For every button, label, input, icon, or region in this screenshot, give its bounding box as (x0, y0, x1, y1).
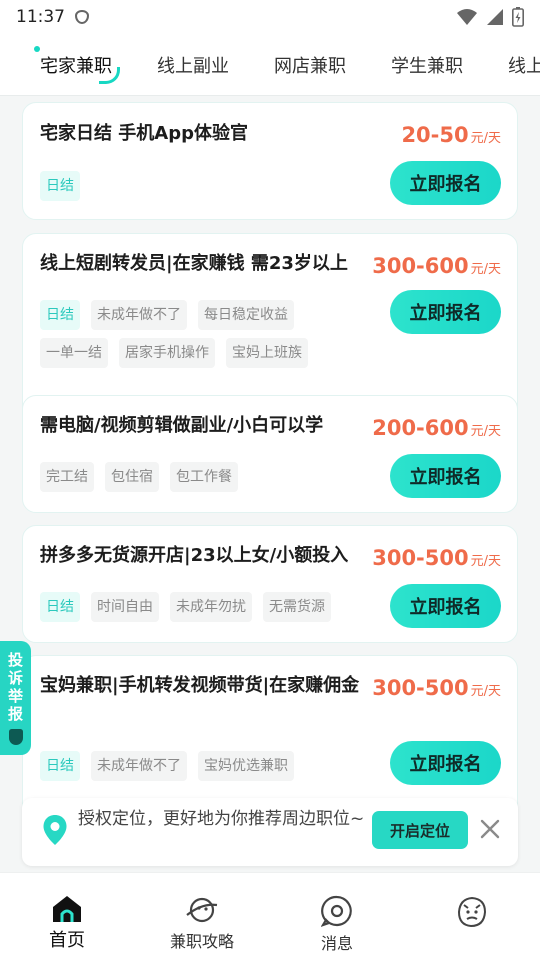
tab-online-truncated[interactable]: 线上 (508, 52, 540, 78)
salary-value: 200-600 (372, 416, 469, 440)
report-char: 举 (7, 687, 23, 705)
category-tabs: 宅家兼职 线上副业 网店兼职 学生兼职 线上 (0, 34, 540, 96)
tag: 宝妈上班族 (226, 338, 308, 368)
job-salary: 20-50 元/天 (401, 123, 501, 147)
nav-label: 首页 (49, 930, 85, 951)
tag: 未成年勿扰 (170, 592, 252, 622)
tag: 一单一结 (40, 338, 108, 368)
signal-icon (487, 9, 503, 25)
apply-button[interactable]: 立即报名 (390, 741, 501, 785)
nav-item-messages[interactable]: 消息 (277, 873, 397, 960)
tag: 宝妈优选兼职 (198, 751, 294, 781)
salary-unit: 元/天 (470, 424, 501, 439)
tag-list: 日结 未成年做不了 每日稳定收益 一单一结 居家手机操作 宝妈上班族 (40, 300, 370, 376)
tag: 无需货源 (263, 592, 331, 622)
nav-item-job-guide[interactable]: 兼职攻略 (142, 873, 262, 960)
salary-unit: 元/天 (470, 554, 501, 569)
tag: 包住宿 (105, 462, 159, 492)
job-title: 需电脑/视频剪辑做副业/小白可以学 (40, 415, 324, 436)
salary-value: 300-600 (372, 254, 469, 278)
status-time: 11:37 (16, 7, 65, 27)
apply-button[interactable]: 立即报名 (390, 290, 501, 334)
tab-online-side-job[interactable]: 线上副业 (157, 52, 229, 78)
avatar-doodle-icon (457, 896, 487, 928)
tag: 包工作餐 (170, 462, 238, 492)
status-icons (456, 7, 524, 27)
salary-unit: 元/天 (470, 262, 501, 277)
report-char: 投 (7, 651, 23, 669)
nav-item-home[interactable]: 首页 (7, 873, 127, 960)
report-char: 诉 (7, 669, 23, 687)
tag-list: 日结 时间自由 未成年勿扰 无需货源 (40, 592, 370, 630)
tag: 日结 (40, 171, 80, 201)
salary-value: 300-500 (372, 546, 469, 570)
job-title: 拼多多无货源开店|23以上女/小额投入 (40, 545, 349, 566)
nav-item-profile[interactable] (412, 873, 532, 960)
shield-icon (8, 729, 23, 745)
tag-list: 日结 (40, 171, 340, 209)
bottom-nav: 首页 兼职攻略 消息 (0, 872, 540, 960)
apply-button[interactable]: 立即报名 (390, 454, 501, 498)
job-salary: 300-500 元/天 (372, 546, 501, 570)
salary-unit: 元/天 (470, 131, 501, 146)
location-permission-banner: 授权定位，更好地为你推荐周边职位~ 开启定位 (22, 798, 518, 866)
wifi-icon (457, 9, 477, 25)
tag: 未成年做不了 (91, 300, 187, 330)
home-icon (53, 896, 81, 922)
apply-button[interactable]: 立即报名 (390, 584, 501, 628)
job-title: 线上短剧转发员|在家赚钱 需23岁以上 (40, 253, 348, 274)
shield-status-icon (75, 10, 89, 24)
job-card[interactable]: 需电脑/视频剪辑做副业/小白可以学 200-600 元/天 完工结 包住宿 包工作… (22, 395, 518, 513)
tag-list: 完工结 包住宿 包工作餐 (40, 462, 370, 500)
location-pin-icon (43, 815, 67, 845)
salary-value: 300-500 (372, 676, 469, 700)
nav-label: 兼职攻略 (169, 932, 234, 951)
planet-icon (186, 897, 218, 923)
tag: 时间自由 (91, 592, 159, 622)
job-salary: 200-600 元/天 (372, 416, 501, 440)
tag: 每日稳定收益 (198, 300, 294, 330)
job-card[interactable]: 宅家日结 手机App体验官 20-50 元/天 日结 立即报名 (22, 102, 518, 220)
close-icon[interactable] (477, 816, 503, 842)
tab-home-job[interactable]: 宅家兼职 (34, 45, 120, 84)
job-title: 宅家日结 手机App体验官 (40, 123, 248, 144)
job-salary: 300-600 元/天 (372, 254, 501, 278)
tag: 日结 (40, 592, 80, 622)
enable-location-button[interactable]: 开启定位 (372, 811, 468, 849)
battery-icon (512, 7, 524, 27)
report-char: 报 (7, 705, 23, 723)
tag-list: 日结 未成年做不了 宝妈优选兼职 (40, 751, 370, 789)
status-bar: 11:37 (0, 0, 540, 34)
report-tab[interactable]: 投 诉 举 报 (0, 641, 31, 755)
location-prompt-text: 授权定位，更好地为你推荐周边职位~ (78, 809, 365, 829)
tag: 未成年做不了 (91, 751, 187, 781)
salary-value: 20-50 (401, 123, 469, 147)
nav-label: 消息 (320, 934, 353, 953)
tag: 日结 (40, 300, 80, 330)
job-salary: 300-500 元/天 (372, 676, 501, 700)
tab-online-shop-job[interactable]: 网店兼职 (274, 52, 346, 78)
job-card[interactable]: 拼多多无货源开店|23以上女/小额投入 300-500 元/天 日结 时间自由 未… (22, 525, 518, 643)
message-icon (321, 895, 352, 927)
apply-button[interactable]: 立即报名 (390, 161, 501, 205)
tag: 完工结 (40, 462, 94, 492)
tag: 居家手机操作 (119, 338, 215, 368)
salary-unit: 元/天 (470, 684, 501, 699)
tag: 日结 (40, 751, 80, 781)
job-title: 宝妈兼职|手机转发视频带货|在家赚佣金 (40, 675, 360, 696)
tab-student-job[interactable]: 学生兼职 (391, 52, 463, 78)
